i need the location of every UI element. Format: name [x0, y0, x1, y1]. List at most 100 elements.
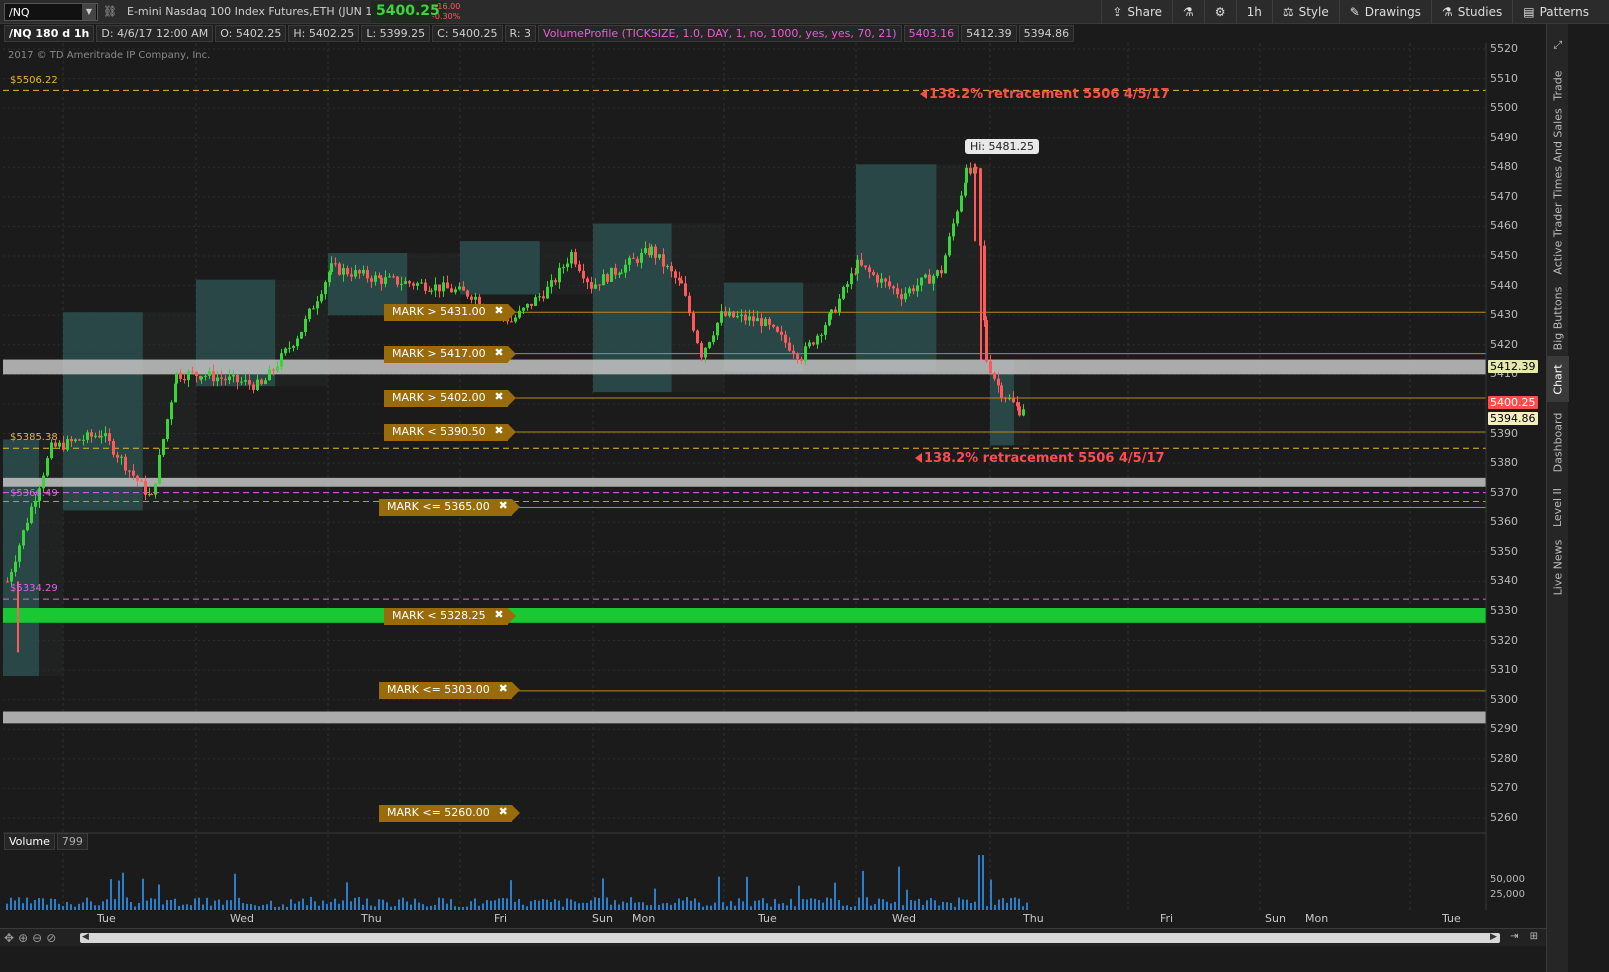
candle-body [960, 195, 963, 212]
pan-icon[interactable]: ✥ [4, 931, 18, 945]
candle-body [264, 380, 267, 385]
close-icon[interactable]: ✖ [494, 608, 503, 621]
timeframe-button[interactable]: 1h [1235, 0, 1272, 24]
close-icon[interactable]: ✖ [494, 304, 503, 317]
volume-bar [822, 902, 824, 910]
volume-bar [518, 899, 520, 910]
style-button[interactable]: ⚖ Style [1271, 0, 1339, 24]
zoom-out-icon[interactable]: ⊖ [32, 931, 46, 945]
volume-bar [62, 905, 64, 910]
volume-bar [410, 904, 412, 910]
volume-bar [774, 898, 776, 910]
zoom-reset-icon[interactable]: ⊘ [46, 931, 60, 945]
mark-alert-5402[interactable]: MARK > 5402.00 ✖ [384, 390, 516, 407]
candle-body [804, 346, 807, 362]
mark-alert-5417[interactable]: MARK > 5417.00 ✖ [384, 346, 516, 363]
studies-button[interactable]: ⚗ Studies [1430, 0, 1512, 24]
symbol-dropdown-icon[interactable]: ▼ [82, 4, 96, 20]
retracement-label-lower[interactable]: 138.2% retracement 5506 4/5/17 [915, 451, 1165, 466]
volume-bar [430, 905, 432, 910]
volume-bar [742, 901, 744, 910]
mark-alert-5260[interactable]: MARK <= 5260.00 ✖ [379, 805, 520, 822]
candle-body [530, 303, 533, 306]
mark-alert-5390[interactable]: MARK < 5390.50 ✖ [384, 424, 516, 441]
volume-bar [34, 900, 36, 910]
scroll-right-icon[interactable]: ▶ [1490, 932, 1497, 942]
tab-big-buttons[interactable]: Big Buttons [1547, 280, 1569, 356]
tab-level-ii[interactable]: Level II [1547, 482, 1569, 532]
price-axis[interactable]: 5520 5510 5500 5490 5480 5470 5460 5450 5440 5430… [1486, 42, 1546, 833]
candle-body [558, 267, 561, 283]
flask-button[interactable]: ⚗ [1172, 0, 1204, 24]
tab-live-news[interactable]: Live News [1547, 532, 1569, 602]
tab-chart[interactable]: Chart [1547, 356, 1569, 402]
candle-body [284, 348, 287, 354]
volume-bar [682, 900, 684, 910]
volume-bar [802, 899, 804, 910]
volume-bar [794, 906, 796, 910]
candle-body [908, 288, 911, 294]
patterns-button[interactable]: ▤ Patterns [1512, 0, 1599, 24]
tab-times-and-sales[interactable]: Times And Sales [1547, 108, 1569, 198]
scroll-left-icon[interactable]: ◀ [82, 932, 89, 942]
tab-trade[interactable]: Trade [1547, 60, 1569, 110]
scroll-end-controls[interactable]: ⇥ ⊞ [1510, 931, 1542, 942]
retracement-label-upper[interactable]: 138.2% retracement 5506 4/5/17 [920, 87, 1170, 102]
volume-bar [26, 897, 28, 910]
drawings-button[interactable]: ✎ Drawings [1338, 0, 1431, 24]
volume-bar [954, 906, 956, 910]
mark-alert-5303[interactable]: MARK <= 5303.00 ✖ [379, 682, 520, 699]
volume-bar [666, 902, 668, 910]
volume-bar [342, 900, 344, 910]
candle-body [768, 318, 771, 325]
tab-active-trader[interactable]: Active Trader [1547, 196, 1569, 280]
close-icon[interactable]: ✖ [494, 390, 503, 403]
share-button[interactable]: ⇪ Share [1101, 0, 1172, 24]
price-chart[interactable] [0, 24, 1546, 928]
volume-bar [506, 898, 508, 910]
volume-bar [886, 901, 888, 910]
volume-bar [206, 897, 208, 910]
mark-alert-5328[interactable]: MARK < 5328.25 ✖ [384, 608, 516, 625]
volume-bar [846, 905, 848, 910]
study-label[interactable]: VolumeProfile (TICKSIZE, 1.0, DAY, 1, no… [538, 25, 902, 42]
mark-alert-5365[interactable]: MARK <= 5365.00 ✖ [379, 499, 520, 516]
candle-body [884, 278, 887, 282]
volume-bar [42, 898, 44, 910]
candle-body [82, 439, 85, 441]
share-icon: ⇪ [1112, 5, 1123, 19]
volume-bar [38, 898, 40, 910]
close-icon[interactable]: ✖ [494, 424, 503, 437]
close-icon[interactable]: ✖ [499, 499, 508, 512]
candle-body [620, 272, 623, 274]
volume-bar [286, 906, 288, 910]
close-icon[interactable]: ✖ [499, 805, 508, 818]
tab-collapse[interactable]: ⤡ [1547, 30, 1569, 60]
zoom-controls[interactable]: ✥⊕⊖⊘ [4, 931, 60, 945]
candle-body [430, 290, 433, 292]
volume-bar [102, 901, 104, 910]
candle-body [170, 402, 173, 420]
link-icon[interactable]: ⛓ [103, 5, 117, 19]
candle-body [542, 296, 545, 299]
timeframe-label: 1h [1246, 5, 1262, 19]
bar-open: O: 5402.25 [215, 25, 287, 42]
zoom-in-icon[interactable]: ⊕ [18, 931, 32, 945]
mark-alert-5431[interactable]: MARK > 5431.00 ✖ [384, 304, 516, 321]
volume-bar [762, 898, 764, 910]
tab-dashboard[interactable]: Dashboard [1547, 402, 1569, 482]
close-icon[interactable]: ✖ [494, 346, 503, 359]
horizontal-scrollbar[interactable] [80, 933, 1500, 943]
volume-bar [926, 900, 928, 910]
volume-title[interactable]: Volume [4, 833, 55, 850]
candle-body [330, 263, 333, 273]
candle-body [132, 470, 135, 476]
candle-body [808, 342, 811, 347]
volume-bar [754, 900, 756, 910]
close-icon[interactable]: ✖ [499, 682, 508, 695]
settings-button[interactable]: ⚙ [1203, 0, 1236, 24]
volume-bar [598, 897, 600, 910]
candle-body [850, 273, 853, 285]
time-label: Wed [892, 912, 916, 925]
tab-label: Live News [1551, 539, 1565, 595]
